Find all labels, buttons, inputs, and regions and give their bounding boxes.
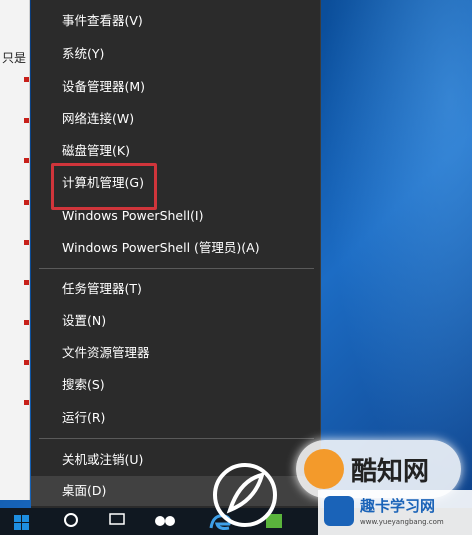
windows-logo-icon[interactable]: [14, 515, 30, 531]
background-red-marker: [24, 360, 29, 365]
menu-item-search[interactable]: 搜索(S): [31, 370, 321, 400]
menu-separator: [39, 438, 314, 439]
annotation-highlight-box: [51, 163, 157, 210]
menu-separator: [39, 268, 314, 269]
desktop-background: [322, 0, 472, 500]
robot-logo-icon: [324, 496, 354, 526]
menu-item-network-connections[interactable]: 网络连接(W): [31, 104, 321, 134]
menu-item-task-manager[interactable]: 任务管理器(T): [31, 274, 321, 304]
site-watermark: 趣卡学习网 www.yueyangbang.com: [318, 490, 472, 535]
menu-item-file-explorer[interactable]: 文件资源管理器: [31, 338, 321, 368]
menu-item-system[interactable]: 系统(Y): [31, 39, 321, 69]
menu-item-run[interactable]: 运行(R): [31, 403, 321, 433]
background-red-marker: [24, 400, 29, 405]
menu-item-event-viewer[interactable]: 事件查看器(V): [31, 6, 321, 36]
menu-item-device-manager[interactable]: 设备管理器(M): [31, 72, 321, 102]
site-watermark-url: www.yueyangbang.com: [360, 518, 444, 526]
menu-item-settings[interactable]: 设置(N): [31, 306, 321, 336]
people-icon[interactable]: [150, 508, 180, 535]
task-view-icon[interactable]: [104, 508, 130, 535]
background-window: 只是: [0, 0, 30, 500]
watermark-text: 酷知网: [351, 457, 430, 487]
background-window-text: 只是: [2, 51, 27, 65]
background-red-marker: [24, 158, 29, 163]
background-red-marker: [24, 280, 29, 285]
site-watermark-title: 趣卡学习网: [360, 497, 436, 515]
menu-item-powershell-admin[interactable]: Windows PowerShell (管理员)(A): [31, 233, 321, 263]
background-red-marker: [24, 118, 29, 123]
background-red-marker: [24, 200, 29, 205]
winx-context-menu: 事件查看器(V) 系统(Y) 设备管理器(M) 网络连接(W) 磁盘管理(K) …: [31, 0, 321, 508]
background-red-marker: [24, 320, 29, 325]
background-red-marker: [24, 240, 29, 245]
leaf-watermark-icon: [213, 463, 277, 527]
menu-item-disk-management[interactable]: 磁盘管理(K): [31, 136, 321, 166]
watermark-logo-icon: [304, 449, 344, 489]
background-red-marker: [24, 77, 29, 82]
search-icon[interactable]: [58, 508, 84, 535]
